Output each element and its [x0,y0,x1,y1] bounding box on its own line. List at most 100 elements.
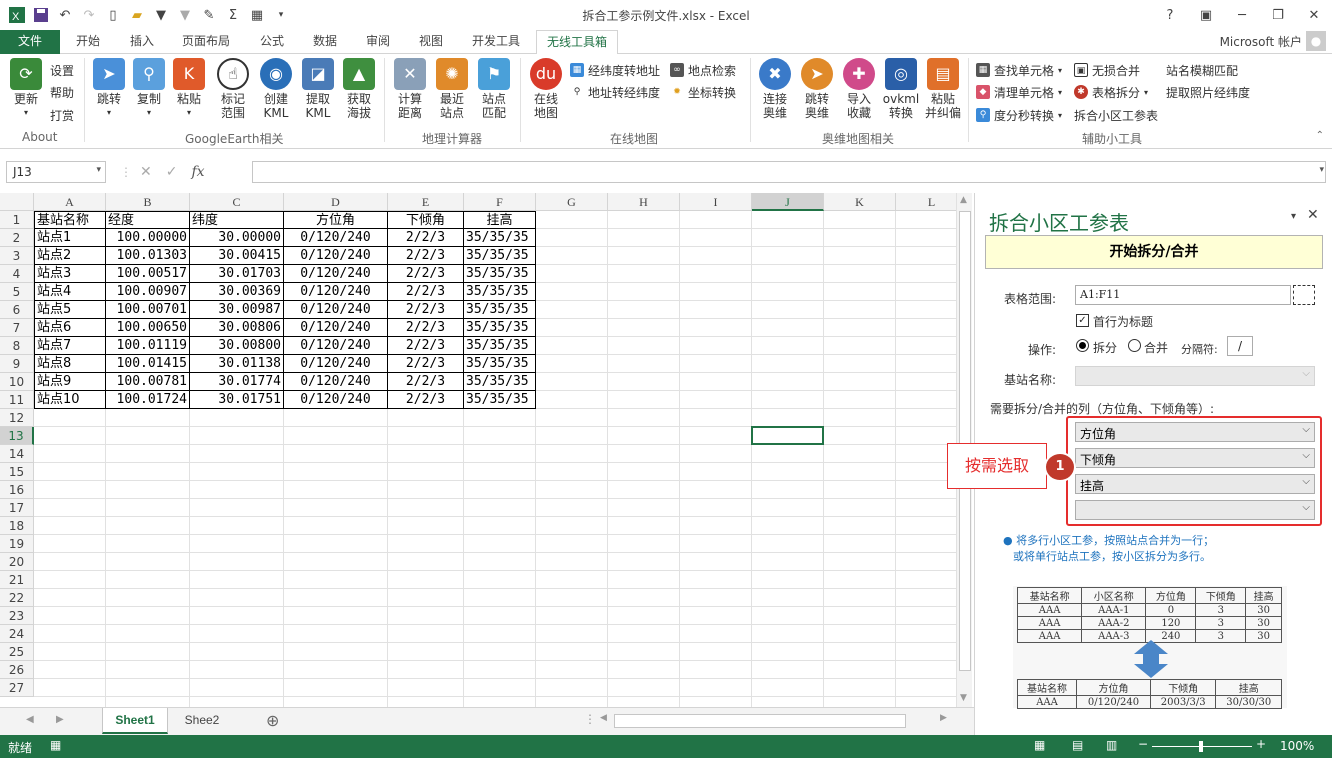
data-cell[interactable]: 站点3 [34,265,106,283]
column-select-3[interactable]: 挂高 ⌵ [1075,474,1315,494]
tab-formulas[interactable]: 公式 [250,30,294,54]
data-cell[interactable]: 0/120/240 [284,229,388,247]
column-header-d[interactable]: D [284,193,388,211]
data-cell[interactable]: 30.00415 [190,247,284,265]
collapse-ribbon-icon[interactable]: ⌃ [1316,130,1324,141]
data-cell[interactable]: 0/120/240 [284,247,388,265]
data-cell[interactable]: 35/35/35 [464,301,536,319]
data-cell[interactable]: 100.01724 [106,391,190,409]
tab-split-grip-icon[interactable]: ⋮ [584,712,596,726]
data-cell[interactable]: 站点9 [34,373,106,391]
selected-cell-j13[interactable] [751,426,824,445]
data-cell[interactable]: 30.00369 [190,283,284,301]
vertical-scrollbar-thumb[interactable] [959,211,971,671]
data-cell[interactable]: 2/2/3 [388,391,464,409]
data-cell[interactable]: 30.01703 [190,265,284,283]
data-cell[interactable]: 2/2/3 [388,247,464,265]
data-cell[interactable]: 35/35/35 [464,283,536,301]
row-header-17[interactable]: 17 [0,499,34,517]
data-cell[interactable]: 2/2/3 [388,301,464,319]
data-cell[interactable]: 100.00650 [106,319,190,337]
row-header-4[interactable]: 4 [0,265,34,283]
column-header-h[interactable]: H [608,193,680,211]
data-cell[interactable]: 站点5 [34,301,106,319]
avatar[interactable]: ● [1306,31,1326,51]
range-input[interactable]: A1:F11 [1075,285,1291,305]
photo-latlng-button[interactable]: 提取照片经纬度 [1166,82,1250,102]
account-name[interactable]: Microsoft 帐户 [1220,33,1302,50]
data-cell[interactable]: 35/35/35 [464,265,536,283]
data-cell[interactable]: 站点1 [34,229,106,247]
tab-wireless-toolbox[interactable]: 无线工具箱 [536,30,619,55]
row-header-3[interactable]: 3 [0,247,34,265]
data-cell[interactable]: 站点10 [34,391,106,409]
zoom-in-button[interactable]: + [1256,737,1266,751]
ge-paste-button[interactable]: K 粘贴 ▾ [172,58,206,120]
select-all-corner[interactable] [0,193,34,211]
ge-mark-range-button[interactable]: ☝ 标记 范围 [214,58,252,120]
separator-input[interactable]: / [1227,336,1253,356]
data-cell[interactable]: 0/120/240 [284,283,388,301]
pane-options-icon[interactable]: ▾ [1291,211,1296,222]
data-cell[interactable]: 0/120/240 [284,373,388,391]
data-cell[interactable]: 站点7 [34,337,106,355]
data-cell[interactable]: 2/2/3 [388,265,464,283]
data-cell[interactable]: 30.00987 [190,301,284,319]
row-header-18[interactable]: 18 [0,517,34,535]
data-cell[interactable]: 100.01415 [106,355,190,373]
ge-create-kml-button[interactable]: ◉ 创建 KML [256,58,296,120]
row-header-24[interactable]: 24 [0,625,34,643]
data-cell[interactable]: 站点4 [34,283,106,301]
paste-correct-button[interactable]: ▤ 粘贴 并纠偏 [922,58,964,120]
data-cell[interactable]: 2/2/3 [388,355,464,373]
data-cell[interactable]: 35/35/35 [464,355,536,373]
help-button[interactable]: ? [1152,4,1188,26]
tab-home[interactable]: 开始 [66,30,110,54]
row-header-21[interactable]: 21 [0,571,34,589]
vscroll-up-icon[interactable]: ▲ [960,195,967,205]
place-search-button[interactable]: ∞ 地点检索 [670,60,736,80]
cancel-icon[interactable]: ✕ [140,164,152,180]
row-header-9[interactable]: 9 [0,355,34,373]
row-header-23[interactable]: 23 [0,607,34,625]
data-cell[interactable]: 35/35/35 [464,229,536,247]
column-header-g[interactable]: G [536,193,608,211]
macro-record-icon[interactable]: ▦ [50,738,61,752]
insert-function-icon[interactable]: fx [191,164,204,180]
clean-cell-button[interactable]: ◆ 清理单元格 ▾ [976,82,1062,102]
column-header-k[interactable]: K [824,193,896,211]
data-cell[interactable]: 30.01774 [190,373,284,391]
expand-formula-icon[interactable]: ▾ [1319,165,1324,175]
row-header-11[interactable]: 11 [0,391,34,409]
header-cell[interactable]: 基站名称 [34,211,106,229]
enter-icon[interactable]: ✓ [166,164,178,180]
data-cell[interactable]: 35/35/35 [464,373,536,391]
nearest-site-button[interactable]: ✺ 最近 站点 [434,58,470,120]
row-header-6[interactable]: 6 [0,301,34,319]
header-cell[interactable]: 纬度 [190,211,284,229]
add-sheet-icon[interactable]: ⊕ [266,711,279,730]
data-cell[interactable]: 100.01303 [106,247,190,265]
data-cell[interactable]: 30.00806 [190,319,284,337]
merge-radio[interactable] [1128,339,1141,352]
station-name-select[interactable]: ⌵ [1075,366,1315,386]
split-merge-cell-params-button[interactable]: 拆合小区工参表 [1074,105,1158,125]
row-header-12[interactable]: 12 [0,409,34,427]
dms-convert-button[interactable]: ⚲ 度分秒转换 ▾ [976,105,1062,125]
data-cell[interactable]: 0/120/240 [284,265,388,283]
column-select-4[interactable]: ⌵ [1075,500,1315,520]
row-header-1[interactable]: 1 [0,211,34,229]
online-map-button[interactable]: du 在线 地图 [528,58,564,120]
data-cell[interactable]: 2/2/3 [388,373,464,391]
zoom-level[interactable]: 100% [1280,739,1314,753]
hscroll-right-icon[interactable]: ▶ [940,713,947,723]
column-header-f[interactable]: F [464,193,536,211]
start-split-merge-button[interactable]: 开始拆分/合并 [985,235,1323,269]
ribbon-display-button[interactable]: ▣ [1188,4,1224,26]
data-cell[interactable]: 100.00781 [106,373,190,391]
row-header-14[interactable]: 14 [0,445,34,463]
address-to-latlng-button[interactable]: ⚲ 地址转经纬度 [570,82,660,102]
data-cell[interactable]: 35/35/35 [464,391,536,409]
header-cell[interactable]: 挂高 [464,211,536,229]
data-cell[interactable]: 0/120/240 [284,301,388,319]
